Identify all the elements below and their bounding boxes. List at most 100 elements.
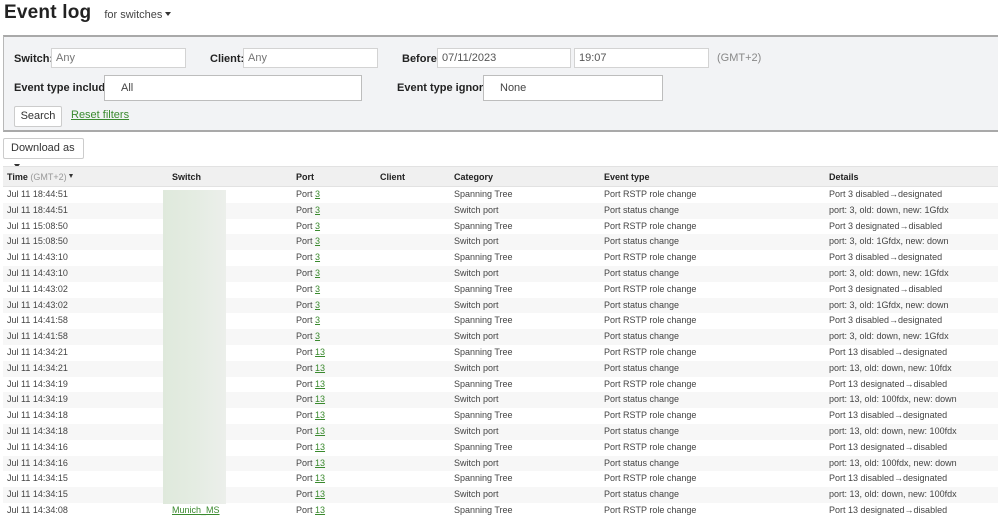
- port-link[interactable]: 13: [315, 489, 325, 499]
- cell-port: Port 3: [296, 331, 321, 342]
- page-title: Event log: [4, 2, 92, 23]
- scope-dropdown[interactable]: for switches: [104, 9, 172, 21]
- port-link[interactable]: 3: [315, 331, 320, 341]
- cell-time: Jul 11 15:08:50: [7, 236, 68, 247]
- port-link[interactable]: 3: [315, 221, 320, 231]
- switch-link[interactable]: Munich_MS: [172, 505, 220, 515]
- cell-event-type: Port status change: [604, 299, 680, 310]
- cell-port: Port 3: [296, 267, 321, 278]
- cell-client: [376, 361, 450, 377]
- cell-category: Spanning Tree: [454, 346, 513, 357]
- cell-time: Jul 11 18:44:51: [7, 189, 68, 199]
- cell-event-type: Port status change: [604, 394, 680, 405]
- cell-category: Spanning Tree: [454, 378, 513, 389]
- port-link[interactable]: 3: [315, 300, 320, 310]
- event-include-select[interactable]: All: [104, 75, 362, 101]
- port-link[interactable]: 13: [315, 410, 325, 420]
- cell-client: [376, 298, 450, 314]
- port-link[interactable]: 13: [315, 347, 325, 357]
- before-date-input[interactable]: [437, 48, 571, 68]
- table-row: Jul 11 15:08:50 Port 3 Spanning Tree Port R…: [3, 219, 998, 235]
- port-link[interactable]: 3: [315, 252, 320, 262]
- table-row: Jul 11 14:43:10 Port 3 Spanning Tree Port R…: [3, 250, 998, 266]
- table-row: Jul 11 14:34:21 Port 13 Switch port Port st…: [3, 360, 998, 377]
- caret-down-icon: [165, 12, 172, 17]
- column-header-client[interactable]: Client: [376, 167, 450, 187]
- port-link[interactable]: 13: [315, 426, 325, 436]
- port-link[interactable]: 13: [315, 505, 325, 515]
- event-ignore-select[interactable]: None: [483, 75, 663, 101]
- table-row: Jul 11 14:34:16 Port 13 Spanning Tree Port …: [3, 440, 998, 456]
- cell-event-type: Port RSTP role change: [604, 441, 697, 452]
- cell-details: Port 13 designated→disabled: [829, 504, 948, 515]
- cell-port: Port 3: [296, 236, 321, 247]
- port-link[interactable]: 3: [315, 189, 320, 199]
- cell-event-type: Port status change: [604, 204, 680, 215]
- column-header-category[interactable]: Category: [450, 167, 600, 187]
- table-row: Jul 11 14:34:08 Munich_MS Port 13 Spanning …: [3, 503, 998, 519]
- cell-time: Jul 11 14:34:08: [7, 504, 68, 515]
- port-link[interactable]: 3: [315, 284, 320, 294]
- cell-details: Port 3 disabled→designated: [829, 315, 943, 326]
- cell-event-type: Port status change: [604, 362, 680, 373]
- port-link[interactable]: 3: [315, 236, 320, 246]
- cell-event-type: Port RSTP role change: [604, 252, 697, 263]
- port-link[interactable]: 13: [315, 442, 325, 452]
- cell-client: [376, 503, 450, 519]
- cell-port: Port 13: [296, 441, 326, 452]
- port-link[interactable]: 3: [315, 205, 320, 215]
- column-header-time[interactable]: Time (GMT+2): [3, 167, 168, 187]
- table-row: Jul 11 14:34:15 Port 13 Switch port Port st…: [3, 487, 998, 503]
- table-row: Jul 11 14:34:15 Port 13 Spanning Tree Port …: [3, 471, 998, 487]
- table-row: Jul 11 14:41:58 Port 3 Spanning Tree Port R…: [3, 313, 998, 329]
- cell-client: [376, 392, 450, 408]
- port-link[interactable]: 13: [315, 458, 325, 468]
- column-header-details[interactable]: Details: [825, 167, 998, 187]
- before-time-input[interactable]: [574, 48, 709, 68]
- cell-event-type: Port RSTP role change: [604, 410, 697, 421]
- cell-port: Port 13: [296, 362, 326, 373]
- cell-details: Port 13 designated→disabled: [829, 378, 948, 389]
- port-link[interactable]: 13: [315, 473, 325, 483]
- port-link[interactable]: 3: [315, 315, 320, 325]
- event-log-table: Time (GMT+2) Switch Port Client Category…: [3, 166, 998, 519]
- port-link[interactable]: 13: [315, 394, 325, 404]
- cell-details: port: 13, old: 100fdx, new: down: [829, 457, 957, 468]
- column-header-port[interactable]: Port: [292, 167, 376, 187]
- cell-time: Jul 11 14:34:19: [7, 394, 68, 405]
- client-filter-input[interactable]: [243, 48, 378, 68]
- table-row: Jul 11 14:34:19 Port 13 Spanning Tree Port …: [3, 377, 998, 393]
- cell-port: Port 3: [296, 252, 321, 263]
- cell-port: Port 13: [296, 346, 326, 357]
- cell-event-type: Port RSTP role change: [604, 189, 697, 199]
- search-button[interactable]: Search: [14, 106, 62, 127]
- cell-event-type: Port RSTP role change: [604, 220, 697, 231]
- cell-category: Switch port: [454, 425, 499, 436]
- cell-port: Port 13: [296, 504, 326, 515]
- column-header-event-type[interactable]: Event type: [600, 167, 825, 187]
- port-link[interactable]: 3: [315, 268, 320, 278]
- port-link[interactable]: 13: [315, 363, 325, 373]
- download-as-button[interactable]: Download as: [3, 138, 84, 169]
- cell-client: [376, 408, 450, 424]
- switch-filter-input[interactable]: [51, 48, 186, 68]
- table-row: Jul 11 15:08:50 Port 3 Switch port Port sta…: [3, 234, 998, 251]
- cell-category: Switch port: [454, 299, 499, 310]
- table-row: Jul 11 18:44:51 Port 3 Switch port Port sta…: [3, 202, 998, 219]
- client-filter-label: Client:: [210, 53, 245, 65]
- cell-details: port: 13, old: down, new: 100fdx: [829, 489, 957, 500]
- column-header-switch[interactable]: Switch: [168, 167, 292, 187]
- cell-port: Port 3: [296, 220, 321, 231]
- cell-time: Jul 11 14:34:15: [7, 473, 68, 484]
- cell-port: Port 13: [296, 425, 326, 436]
- cell-port: Port 3: [296, 299, 321, 310]
- reset-filters-link[interactable]: Reset filters: [71, 109, 129, 121]
- cell-details: port: 13, old: down, new: 100fdx: [829, 425, 957, 436]
- port-link[interactable]: 13: [315, 379, 325, 389]
- table-row: Jul 11 18:44:51 Port 3 Spanning Tree Port R…: [3, 187, 998, 203]
- cell-client: [376, 345, 450, 361]
- cell-client: [376, 282, 450, 298]
- cell-client: [376, 250, 450, 266]
- cell-port: Port 13: [296, 457, 326, 468]
- cell-time: Jul 11 14:34:21: [7, 362, 68, 373]
